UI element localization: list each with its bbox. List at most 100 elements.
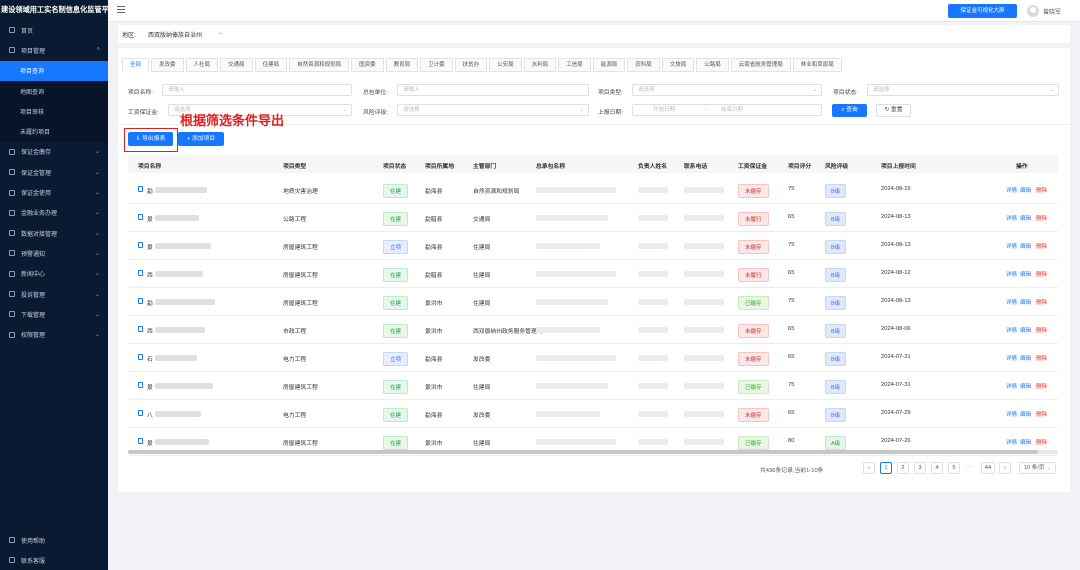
sidebar-item[interactable]: 使用帮助 (0, 530, 108, 550)
tab-0[interactable]: 全部 (122, 58, 150, 72)
risk-level-select[interactable]: 请选择 ⌄ (397, 104, 589, 116)
delete-link[interactable]: 删除 (1036, 186, 1047, 194)
detail-link[interactable]: 详情 (1006, 214, 1017, 222)
page-button[interactable]: 4 (931, 462, 943, 474)
bigscreen-button[interactable]: 保证金可视化大屏 (948, 4, 1017, 18)
menu-toggle-icon[interactable] (117, 6, 125, 13)
edit-link[interactable]: 编辑 (1020, 214, 1031, 222)
detail-link[interactable]: 详情 (1006, 186, 1017, 194)
contractor-input[interactable]: 请输入 (397, 84, 589, 96)
tab-2[interactable]: 人社局 (185, 58, 219, 72)
detail-link[interactable]: 详情 (1006, 382, 1017, 390)
delete-link[interactable]: 删除 (1036, 410, 1047, 418)
scrollbar-thumb[interactable] (128, 450, 1038, 454)
detail-link[interactable]: 详情 (1006, 270, 1017, 278)
sidebar-item[interactable]: 新闻中心 ⌄ (0, 264, 108, 284)
report-date-range[interactable]: 开始日期 - 结束日期 (632, 104, 822, 116)
tab-12[interactable]: 工信局 (558, 58, 591, 72)
sidebar-item[interactable]: 预警通知 ⌄ (0, 243, 108, 263)
page-button[interactable]: 3 (914, 462, 926, 474)
next-page-button[interactable]: › (999, 462, 1011, 474)
edit-link[interactable]: 编辑 (1020, 186, 1031, 194)
tab-1[interactable]: 发改委 (151, 58, 184, 72)
sidebar-subitem[interactable]: 未履约项目 (0, 121, 108, 142)
sidebar-subitem[interactable]: 项目查询 (0, 60, 108, 81)
tab-5[interactable]: 自然资源和规划局 (289, 58, 350, 72)
sidebar-item[interactable]: 权限管理 ⌄ (0, 324, 108, 344)
tab-14[interactable]: 农科局 (627, 58, 660, 72)
edit-link[interactable]: 编辑 (1020, 242, 1031, 250)
tab-9[interactable]: 扶贫办 (454, 58, 488, 72)
detail-link[interactable]: 详情 (1006, 438, 1017, 446)
delete-link[interactable]: 删除 (1036, 354, 1047, 362)
sidebar-item[interactable]: 项目管理 ˄ (0, 40, 108, 60)
edit-link[interactable]: 编辑 (1020, 382, 1031, 390)
delete-link[interactable]: 删除 (1036, 438, 1047, 446)
detail-link[interactable]: 详情 (1006, 298, 1017, 306)
sidebar-item[interactable]: 保证金使用 ⌄ (0, 182, 108, 202)
chevron-down-icon[interactable]: ⌄ (218, 29, 223, 36)
tab-6[interactable]: 国资委 (351, 58, 384, 72)
page-size-select[interactable]: 10 条/页 ⌄ (1019, 462, 1056, 474)
edit-link[interactable]: 编辑 (1020, 410, 1031, 418)
detail-link[interactable]: 详情 (1006, 354, 1017, 362)
edit-link[interactable]: 编辑 (1020, 298, 1031, 306)
sidebar-subitem[interactable]: 项目审核 (0, 101, 108, 122)
tab-15[interactable]: 文旅局 (661, 58, 695, 72)
page-button[interactable]: 44 (981, 462, 995, 474)
edit-link[interactable]: 编辑 (1020, 326, 1031, 334)
add-project-button[interactable]: + 添加项目 (178, 132, 224, 146)
delete-link[interactable]: 删除 (1036, 214, 1047, 222)
date-start[interactable]: 开始日期 (653, 105, 675, 115)
region-select[interactable]: 西双版纳傣族自治州 (148, 30, 202, 39)
project-name-initial[interactable]: 景 (147, 242, 153, 251)
project-name-initial[interactable]: 勐 (147, 298, 153, 307)
sidebar-subitem[interactable]: 地图查询 (0, 80, 108, 102)
sidebar-item[interactable]: 金融业务办理 ⌄ (0, 203, 108, 223)
page-ellipsis[interactable]: ··· (966, 464, 972, 470)
project-name-input[interactable]: 请输入 (162, 84, 352, 96)
tab-3[interactable]: 交通局 (220, 58, 253, 72)
prev-page-button[interactable]: ‹ (863, 462, 875, 474)
reset-button[interactable]: ↻ 重置 (876, 104, 911, 117)
sidebar-item[interactable]: 投诉管理 ⌄ (0, 284, 108, 304)
tab-4[interactable]: 住建局 (254, 58, 288, 72)
edit-link[interactable]: 编辑 (1020, 438, 1031, 446)
detail-link[interactable]: 详情 (1006, 410, 1017, 418)
sidebar-item[interactable]: 保证金管理 ⌄ (0, 162, 108, 182)
sidebar-item[interactable]: 保证金缴存 ⌄ (0, 142, 108, 162)
delete-link[interactable]: 删除 (1036, 242, 1047, 250)
project-status-select[interactable]: 请选择 ⌄ (867, 84, 1059, 96)
project-type-select[interactable]: 请选择 ⌄ (632, 84, 822, 96)
tab-16[interactable]: 公路局 (696, 58, 729, 72)
username[interactable]: 曾晓军 (1043, 7, 1061, 16)
delete-link[interactable]: 删除 (1036, 382, 1047, 390)
project-name-initial[interactable]: 八 (147, 410, 153, 419)
edit-link[interactable]: 编辑 (1020, 354, 1031, 362)
project-name-initial[interactable]: 西 (147, 270, 153, 279)
delete-link[interactable]: 删除 (1036, 270, 1047, 278)
tab-10[interactable]: 公安局 (489, 58, 522, 72)
date-end[interactable]: 结束日期 (721, 105, 743, 115)
tab-8[interactable]: 卫计委 (420, 58, 453, 72)
project-name-initial[interactable]: 景 (147, 382, 153, 391)
tab-18[interactable]: 林业和草原局 (792, 58, 842, 72)
page-button[interactable]: 1 (880, 462, 892, 474)
tab-13[interactable]: 能源局 (592, 58, 626, 72)
tab-7[interactable]: 教育局 (385, 58, 419, 72)
project-name-initial[interactable]: 景 (147, 214, 153, 223)
project-name-initial[interactable]: 石 (147, 354, 153, 363)
sidebar-item[interactable]: 首页 (0, 20, 108, 40)
sidebar-item[interactable]: 联系客服 (0, 550, 108, 570)
tab-17[interactable]: 云南省航务管理局 (730, 58, 791, 72)
project-name-initial[interactable]: 西 (147, 326, 153, 335)
detail-link[interactable]: 详情 (1006, 326, 1017, 334)
project-name-initial[interactable]: 景 (147, 438, 153, 447)
tab-11[interactable]: 水利局 (523, 58, 557, 72)
page-button[interactable]: 5 (948, 462, 960, 474)
page-button[interactable]: 2 (897, 462, 909, 474)
detail-link[interactable]: 详情 (1006, 242, 1017, 250)
sidebar-item[interactable]: 数据对接管理 ⌄ (0, 223, 108, 243)
project-name-initial[interactable]: 勐 (147, 186, 153, 195)
delete-link[interactable]: 删除 (1036, 326, 1047, 334)
